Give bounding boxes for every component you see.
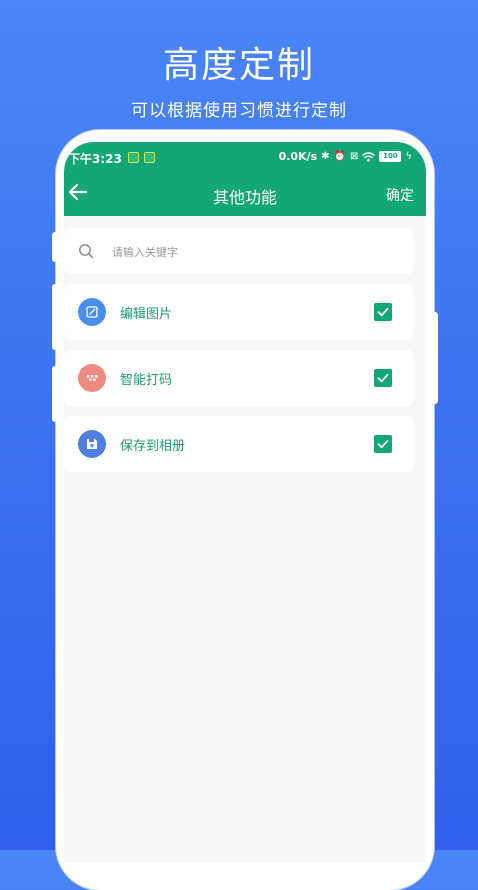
search-input[interactable] — [110, 238, 404, 266]
list-item-label: 智能打码 — [120, 373, 173, 388]
app-bar: 下午3:23 0.0K/s ✱ ⏰ ⊠ 100 ϟ 其他功能 确定 — [64, 142, 426, 216]
checkbox-checked[interactable] — [374, 303, 392, 321]
bluetooth-icon: ✱ — [321, 151, 330, 162]
checkbox-checked[interactable] — [374, 435, 392, 453]
promo-subtitle: 可以根据使用习惯进行定制 — [131, 101, 347, 121]
save-icon — [78, 430, 106, 458]
list-item-save-to-album[interactable]: 保存到相册 — [64, 416, 414, 472]
phone-screen: 下午3:23 0.0K/s ✱ ⏰ ⊠ 100 ϟ 其他功能 确定 请输入关键字… — [64, 142, 426, 862]
list-item-edit-image[interactable]: 编辑图片 — [64, 284, 414, 340]
list-item-smart-mosaic[interactable]: 智能打码 — [64, 350, 414, 406]
edit-icon — [78, 298, 106, 326]
sim-off-icon: ⊠ — [350, 151, 359, 162]
notification-app-icon — [128, 152, 139, 163]
promo-title: 高度定制 — [162, 45, 315, 86]
wifi-icon — [362, 151, 376, 162]
checkbox-checked[interactable] — [374, 369, 392, 387]
battery-icon: 100 — [379, 151, 402, 162]
mosaic-icon — [78, 364, 106, 392]
list-item-label: 编辑图片 — [120, 307, 173, 322]
status-indicators: 0.0K/s ✱ ⏰ ⊠ 100 ϟ — [279, 150, 412, 163]
phone-side-button-right — [432, 312, 438, 404]
charging-icon: ϟ — [405, 151, 412, 162]
notification-app-icon — [144, 152, 155, 163]
phone-side-button-left — [52, 232, 58, 262]
network-speed: 0.0K/s — [278, 150, 318, 163]
status-time: 下午3:23 — [68, 152, 122, 166]
search-icon — [79, 244, 94, 259]
search-box[interactable] — [64, 228, 414, 274]
page-title: 其他功能 — [212, 188, 277, 207]
back-arrow-icon[interactable] — [66, 180, 90, 204]
phone-side-button-left-bottom — [52, 366, 58, 422]
list-item-label: 保存到相册 — [120, 439, 186, 454]
phone-side-button-left-lower — [52, 284, 58, 350]
alarm-off-icon: ⏰ — [333, 151, 346, 162]
status-bar: 下午3:23 0.0K/s ✱ ⏰ ⊠ 100 ϟ — [64, 148, 426, 166]
confirm-button[interactable]: 确定 — [386, 185, 414, 205]
